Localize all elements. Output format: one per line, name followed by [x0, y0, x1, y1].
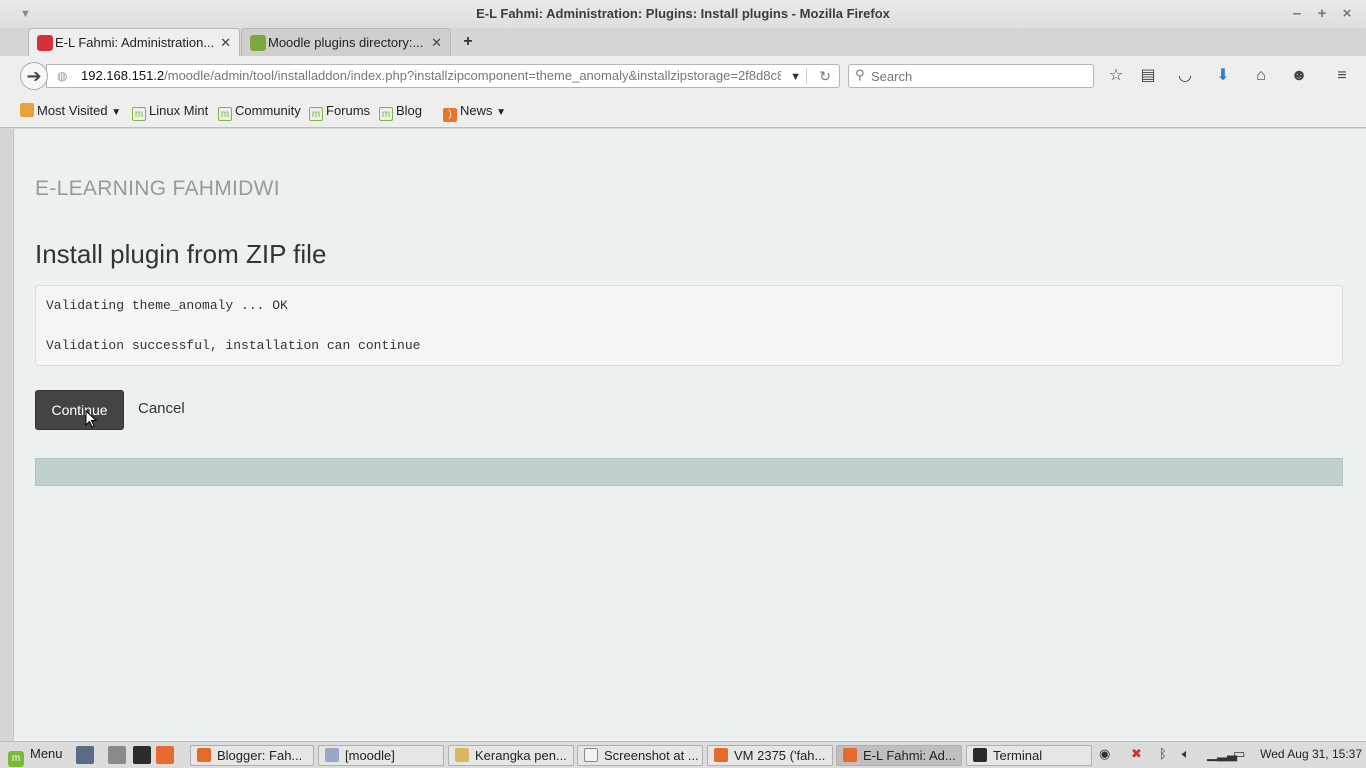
- task-screenshot[interactable]: Screenshot at ...: [577, 745, 703, 766]
- search-box[interactable]: ⚲: [848, 64, 1094, 88]
- image-icon: [584, 748, 598, 762]
- task-moodle-folder[interactable]: [moodle]: [318, 745, 444, 766]
- folder-icon: [325, 748, 339, 762]
- task-el-fahmi[interactable]: E-L Fahmi: Ad...: [836, 745, 962, 766]
- moodle-favicon-icon: [37, 35, 53, 51]
- tab-label: E-L Fahmi: Administration...: [55, 35, 215, 50]
- mint-icon: m: [309, 107, 323, 121]
- close-tab-icon[interactable]: ✕: [220, 29, 231, 56]
- window-left-edge: [0, 129, 14, 741]
- taskbar: m Menu Blogger: Fah... [moodle] Kerangka …: [0, 741, 1366, 768]
- search-input[interactable]: [871, 66, 1071, 86]
- bookmarks-toolbar: Most Visited ▼ m Linux Mint m Community mF…: [0, 96, 1366, 128]
- close-tab-icon[interactable]: ✕: [431, 29, 442, 56]
- firefox-icon: [714, 748, 728, 762]
- site-name[interactable]: E-LEARNING FAHMIDWI: [35, 177, 280, 201]
- bookmark-blog[interactable]: m Blog: [379, 103, 422, 121]
- update-error-tray-icon[interactable]: ✖: [1131, 746, 1142, 762]
- bookmark-most-visited[interactable]: Most Visited ▼: [20, 103, 121, 118]
- chat-icon[interactable]: ☻: [1287, 64, 1311, 88]
- new-tab-button[interactable]: +: [458, 30, 478, 54]
- validation-result: Validation successful, installation can …: [46, 338, 421, 353]
- close-window-button[interactable]: ×: [1337, 0, 1357, 28]
- firefox-icon: [197, 748, 211, 762]
- mouse-cursor-icon: [85, 410, 97, 428]
- navigation-toolbar: ◍ 192.168.151.2/moodle/admin/tool/instal…: [0, 56, 1366, 96]
- validation-line: Validating theme_anomaly ... OK: [46, 298, 288, 313]
- reload-icon[interactable]: ↻: [819, 65, 831, 87]
- firefox-launcher-icon[interactable]: [156, 746, 174, 764]
- page-content: E-LEARNING FAHMIDWI Install plugin from …: [14, 129, 1366, 741]
- home-icon[interactable]: ⌂: [1249, 64, 1273, 88]
- rss-icon: ): [443, 108, 457, 122]
- mint-icon: m: [379, 107, 393, 121]
- chevron-down-icon: ▼: [111, 107, 122, 118]
- url-bar[interactable]: ◍ 192.168.151.2/moodle/admin/tool/instal…: [46, 64, 840, 88]
- bookmark-linux-mint[interactable]: m Linux Mint: [132, 103, 208, 121]
- terminal-launcher-icon[interactable]: [133, 746, 151, 764]
- task-blogger[interactable]: Blogger: Fah...: [190, 745, 314, 766]
- document-icon: [455, 748, 469, 762]
- search-icon: ⚲: [855, 67, 865, 82]
- url-dropdown-icon[interactable]: ▼: [790, 66, 801, 88]
- battery-tray-icon[interactable]: ▭: [1233, 746, 1245, 762]
- volume-tray-icon[interactable]: 🔈︎: [1182, 746, 1190, 762]
- task-kerangka[interactable]: Kerangka pen...: [448, 745, 574, 766]
- color-picker-tray-icon[interactable]: ◉: [1099, 746, 1110, 762]
- bookmark-community[interactable]: m Community: [218, 103, 301, 121]
- task-vm[interactable]: VM 2375 ('fah...: [707, 745, 833, 766]
- show-desktop-icon[interactable]: [76, 746, 94, 764]
- mint-icon: m: [132, 107, 146, 121]
- moodle-favicon-icon: [250, 35, 266, 51]
- file-manager-launcher-icon[interactable]: [108, 746, 126, 764]
- tab-label: Moodle plugins directory:...: [268, 35, 424, 50]
- mint-logo-icon: m: [8, 751, 24, 767]
- bookmark-forums[interactable]: m Forums: [309, 103, 370, 121]
- continue-button[interactable]: Continue: [35, 390, 124, 430]
- site-info-icon[interactable]: ◍: [57, 69, 67, 83]
- folder-icon: [20, 103, 34, 117]
- download-icon[interactable]: ⬇: [1211, 64, 1235, 88]
- start-menu-button[interactable]: m Menu: [8, 746, 63, 767]
- page-footer-bar: [35, 458, 1343, 486]
- task-terminal[interactable]: Terminal: [966, 745, 1092, 766]
- validation-output: Validating theme_anomaly ... OK Validati…: [35, 285, 1343, 366]
- minimize-button[interactable]: –: [1287, 0, 1307, 28]
- tab-moodle-plugins[interactable]: Moodle plugins directory:... ✕: [241, 28, 451, 56]
- reading-list-icon[interactable]: ▤: [1136, 64, 1160, 88]
- window-titlebar: ▼ E-L Fahmi: Administration: Plugins: In…: [0, 0, 1366, 28]
- mint-icon: m: [218, 107, 232, 121]
- hamburger-menu-icon[interactable]: ≡: [1330, 64, 1354, 88]
- window-title: E-L Fahmi: Administration: Plugins: Inst…: [476, 6, 890, 21]
- bookmark-star-icon[interactable]: ☆: [1104, 64, 1128, 88]
- page-title: Install plugin from ZIP file: [35, 239, 327, 269]
- maximize-button[interactable]: +: [1312, 0, 1332, 28]
- tab-bar: E-L Fahmi: Administration... ✕ Moodle pl…: [0, 28, 1366, 56]
- url-divider: [806, 68, 807, 84]
- window-menu-icon[interactable]: ▼: [20, 0, 31, 28]
- cancel-link[interactable]: Cancel: [138, 400, 185, 417]
- clock[interactable]: Wed Aug 31, 15:37: [1260, 747, 1362, 761]
- firefox-icon: [843, 748, 857, 762]
- bookmark-news[interactable]: ) News ▼: [443, 103, 506, 122]
- back-button[interactable]: ➔: [20, 62, 48, 90]
- url-text[interactable]: 192.168.151.2/moodle/admin/tool/installa…: [81, 65, 781, 87]
- chevron-down-icon: ▼: [496, 107, 507, 118]
- bluetooth-tray-icon[interactable]: ᛒ: [1159, 746, 1167, 761]
- tab-el-fahmi[interactable]: E-L Fahmi: Administration... ✕: [28, 28, 240, 56]
- terminal-icon: [973, 748, 987, 762]
- pocket-icon[interactable]: ◡: [1173, 64, 1197, 88]
